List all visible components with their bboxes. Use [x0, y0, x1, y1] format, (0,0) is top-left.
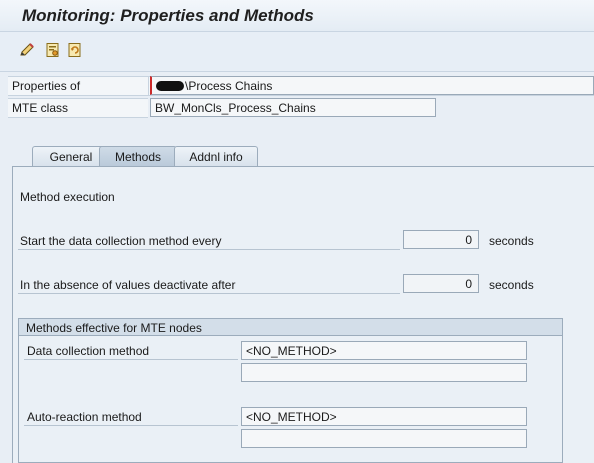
auto-reaction-method-label: Auto-reaction method: [27, 410, 142, 424]
application-toolbar: [0, 32, 594, 72]
properties-of-field[interactable]: \Process Chains: [150, 76, 594, 95]
start-collection-seconds-field[interactable]: 0: [403, 230, 479, 249]
start-collection-unit: seconds: [489, 234, 534, 248]
group-title: Methods effective for MTE nodes: [19, 319, 562, 336]
redacted-mark: [156, 81, 184, 91]
data-collection-method-label: Data collection method: [27, 344, 150, 358]
tab-general-label: General: [49, 150, 93, 164]
mte-class-label: MTE class: [12, 101, 69, 115]
start-collection-label: Start the data collection method every: [20, 234, 222, 248]
properties-of-label: Properties of: [12, 79, 81, 93]
page-title: Monitoring: Properties and Methods: [22, 6, 314, 25]
deactivate-unit: seconds: [489, 278, 534, 292]
mte-class-value: BW_MonCls_Process_Chains: [155, 101, 316, 115]
data-collection-method-field-2[interactable]: [241, 363, 527, 382]
tab-addnl-info-label: Addnl info: [189, 150, 243, 164]
mte-class-row: MTE class: [8, 98, 148, 118]
data-collection-method-field[interactable]: <NO_METHOD>: [241, 341, 527, 360]
change-pencil-icon[interactable]: [18, 41, 36, 59]
properties-of-value: \Process Chains: [185, 79, 273, 93]
mte-class-field[interactable]: BW_MonCls_Process_Chains: [150, 98, 436, 117]
tab-methods-label: Methods: [114, 150, 162, 164]
title-bar: Monitoring: Properties and Methods: [0, 0, 594, 32]
tab-strip: General Methods Addnl info: [12, 146, 594, 167]
deactivate-seconds-field[interactable]: 0: [403, 274, 479, 293]
refresh-icon[interactable]: [66, 41, 84, 59]
tab-addnl-info[interactable]: Addnl info: [174, 146, 258, 166]
tab-methods[interactable]: Methods: [99, 146, 177, 167]
details-icon[interactable]: [44, 41, 62, 59]
auto-reaction-method-field[interactable]: <NO_METHOD>: [241, 407, 527, 426]
deactivate-label: In the absence of values deactivate afte…: [20, 278, 236, 292]
method-execution-heading: Method execution: [20, 190, 115, 204]
auto-reaction-method-field-2[interactable]: [241, 429, 527, 448]
